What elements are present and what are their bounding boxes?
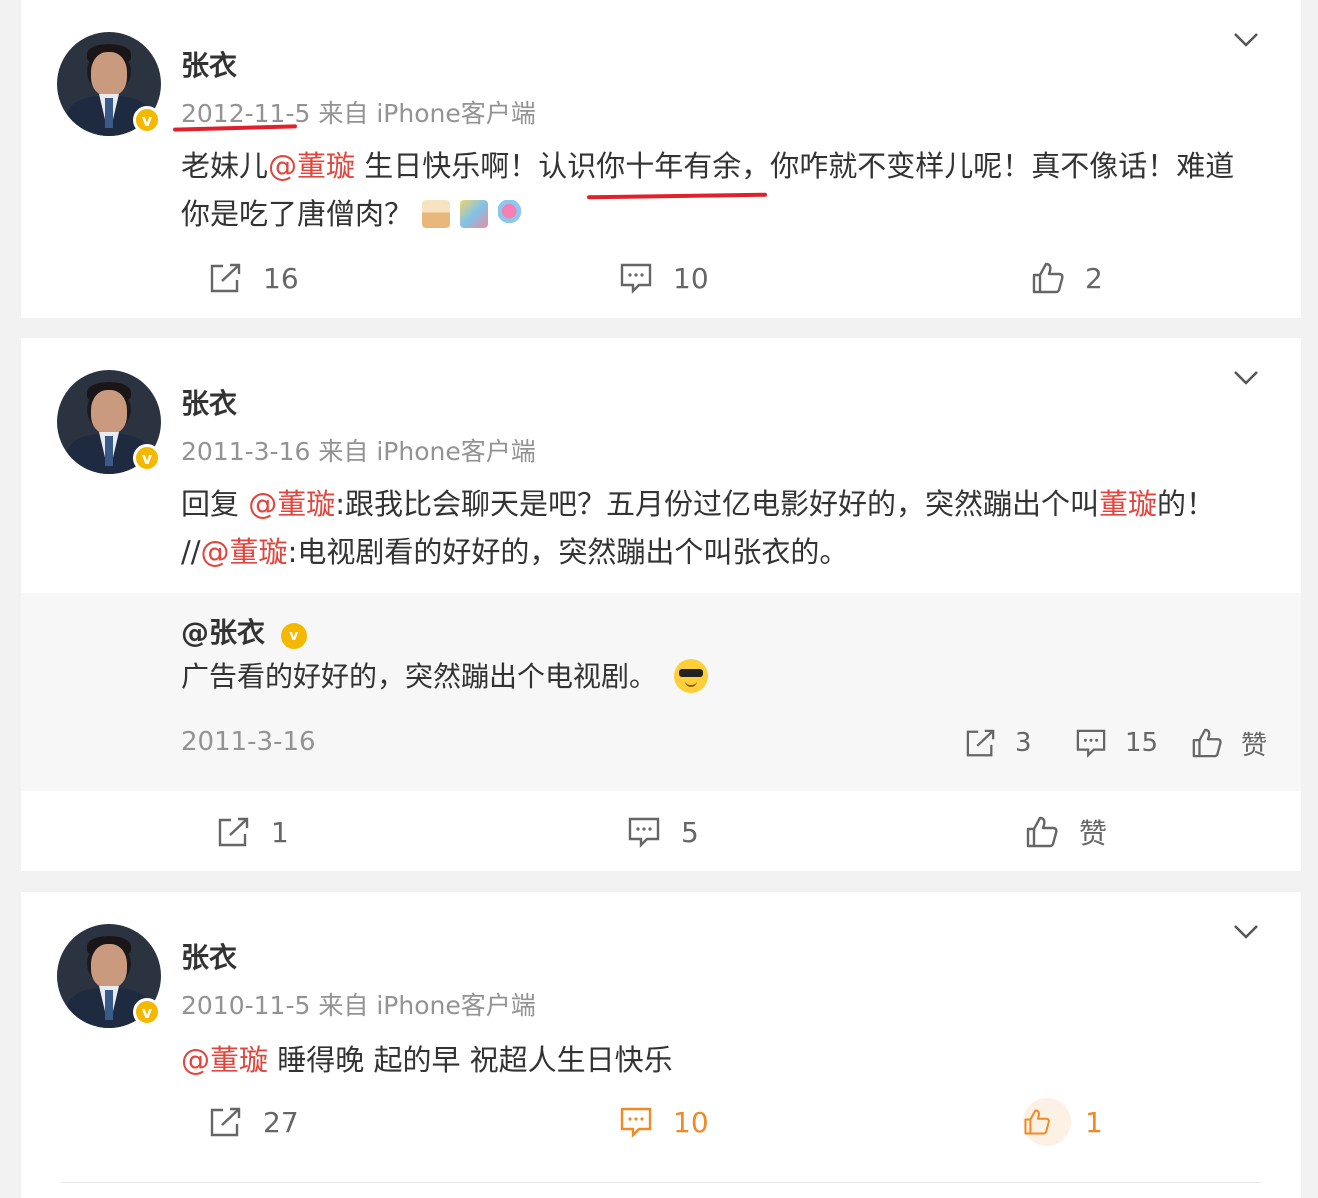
- quoted-repost-button[interactable]: 3: [965, 723, 1032, 763]
- post-date[interactable]: 2011-3-16: [181, 437, 310, 466]
- thumbs-up-icon: [1026, 816, 1058, 848]
- repost-button[interactable]: 1: [217, 812, 289, 852]
- liked-indicator: [1023, 1098, 1071, 1146]
- author-name[interactable]: 张衣: [181, 936, 237, 976]
- repost-icon: [210, 1107, 241, 1137]
- action-bar: 1 5 赞: [21, 812, 1301, 852]
- mention-link[interactable]: 董璇: [1099, 487, 1157, 521]
- post-card: v 张衣 2011-3-16 来自 iPhone客户端 回复 @董璇:跟我比会聊天…: [21, 338, 1301, 871]
- repost-button[interactable]: 27: [209, 1102, 299, 1142]
- post-text: 回复 @董璇:跟我比会聊天是吧？五月份过亿电影好好的，突然蹦出个叫董璇的！ //…: [181, 480, 1261, 576]
- post-card: v 张衣 2010-11-5 来自 iPhone客户端 @董璇 睡得晚 起的早 祝…: [21, 892, 1301, 1198]
- mention-link[interactable]: @董璇: [268, 149, 355, 183]
- author-name[interactable]: 张衣: [181, 44, 237, 84]
- cake-emoji-icon: [422, 200, 451, 228]
- post-text: 老妹儿@董璇 生日快乐啊！认识你十年有余，你咋就不变样儿呢！真不像话！难道你是吃…: [181, 149, 1235, 231]
- like-button[interactable]: 1: [1023, 1098, 1103, 1146]
- quoted-post[interactable]: @张衣 v 广告看的好好的，突然蹦出个电视剧。 2011-3-16 3 15 赞: [21, 593, 1301, 791]
- repost-icon: [210, 263, 241, 293]
- verified-badge-icon: v: [133, 998, 161, 1026]
- post-meta: 2011-3-16 来自 iPhone客户端: [181, 432, 536, 468]
- divider: [61, 1182, 1261, 1183]
- post-source: 来自 iPhone客户端: [318, 99, 536, 128]
- reply-line: 回复 @董璇:跟我比会聊天是吧？五月份过亿电影好好的，突然蹦出个叫董璇的！: [181, 487, 1216, 521]
- post-date[interactable]: 2010-11-5: [181, 991, 310, 1020]
- comment-icon: [628, 817, 660, 848]
- comment-button[interactable]: 10: [619, 258, 709, 298]
- action-bar: 16 10 2: [21, 258, 1301, 298]
- lollipop-emoji-icon: [498, 200, 527, 228]
- post-source: 来自 iPhone客户端: [318, 437, 536, 466]
- verified-badge-icon: v: [133, 106, 161, 134]
- comment-icon: [620, 263, 652, 294]
- post-source: 来自 iPhone客户端: [318, 991, 536, 1020]
- chevron-down-icon[interactable]: [1233, 32, 1259, 48]
- verified-badge-icon: v: [280, 623, 307, 649]
- chevron-down-icon[interactable]: [1233, 924, 1259, 940]
- post-text: @董璇 睡得晚 起的早 祝超人生日快乐: [181, 1043, 673, 1077]
- cool-face-emoji-icon: [673, 659, 708, 693]
- verified-badge-icon: v: [133, 444, 161, 472]
- mention-link[interactable]: @董璇: [201, 535, 288, 569]
- like-button[interactable]: 2: [1031, 258, 1103, 298]
- action-bar: 27 10 1: [21, 1098, 1301, 1146]
- party-emoji-icon: [460, 200, 489, 228]
- post-card: v 张衣 2012-11-5 来自 iPhone客户端 老妹儿@董璇 生日快乐啊！…: [21, 0, 1301, 318]
- chevron-down-icon[interactable]: [1233, 370, 1259, 386]
- quoted-author[interactable]: @张衣 v: [181, 611, 307, 651]
- repost-icon: [966, 729, 995, 757]
- quoted-like-button[interactable]: 赞: [1191, 723, 1267, 763]
- comment-icon: [1076, 729, 1106, 758]
- mention-link[interactable]: @董璇: [248, 487, 335, 521]
- author-name[interactable]: 张衣: [181, 382, 237, 422]
- comment-button[interactable]: 5: [627, 812, 699, 852]
- thumbs-up-icon: [1032, 262, 1064, 294]
- post-meta: 2012-11-5 来自 iPhone客户端: [181, 94, 536, 130]
- quoted-date[interactable]: 2011-3-16: [181, 727, 316, 757]
- like-button[interactable]: 赞: [1025, 812, 1107, 852]
- reply-line: //@董璇:电视剧看的好好的，突然蹦出个叫张衣的。: [181, 535, 849, 569]
- comment-icon: [620, 1107, 652, 1138]
- quoted-text: 广告看的好好的，突然蹦出个电视剧。: [181, 655, 708, 695]
- quoted-comment-button[interactable]: 15: [1075, 723, 1158, 763]
- thumbs-up-icon: [1192, 728, 1222, 758]
- mention-link[interactable]: @董璇: [181, 1043, 268, 1077]
- comment-button[interactable]: 10: [619, 1102, 709, 1142]
- repost-icon: [218, 817, 249, 847]
- thumbs-up-icon: [1024, 1109, 1050, 1135]
- post-meta: 2010-11-5 来自 iPhone客户端: [181, 986, 536, 1022]
- repost-button[interactable]: 16: [209, 258, 299, 298]
